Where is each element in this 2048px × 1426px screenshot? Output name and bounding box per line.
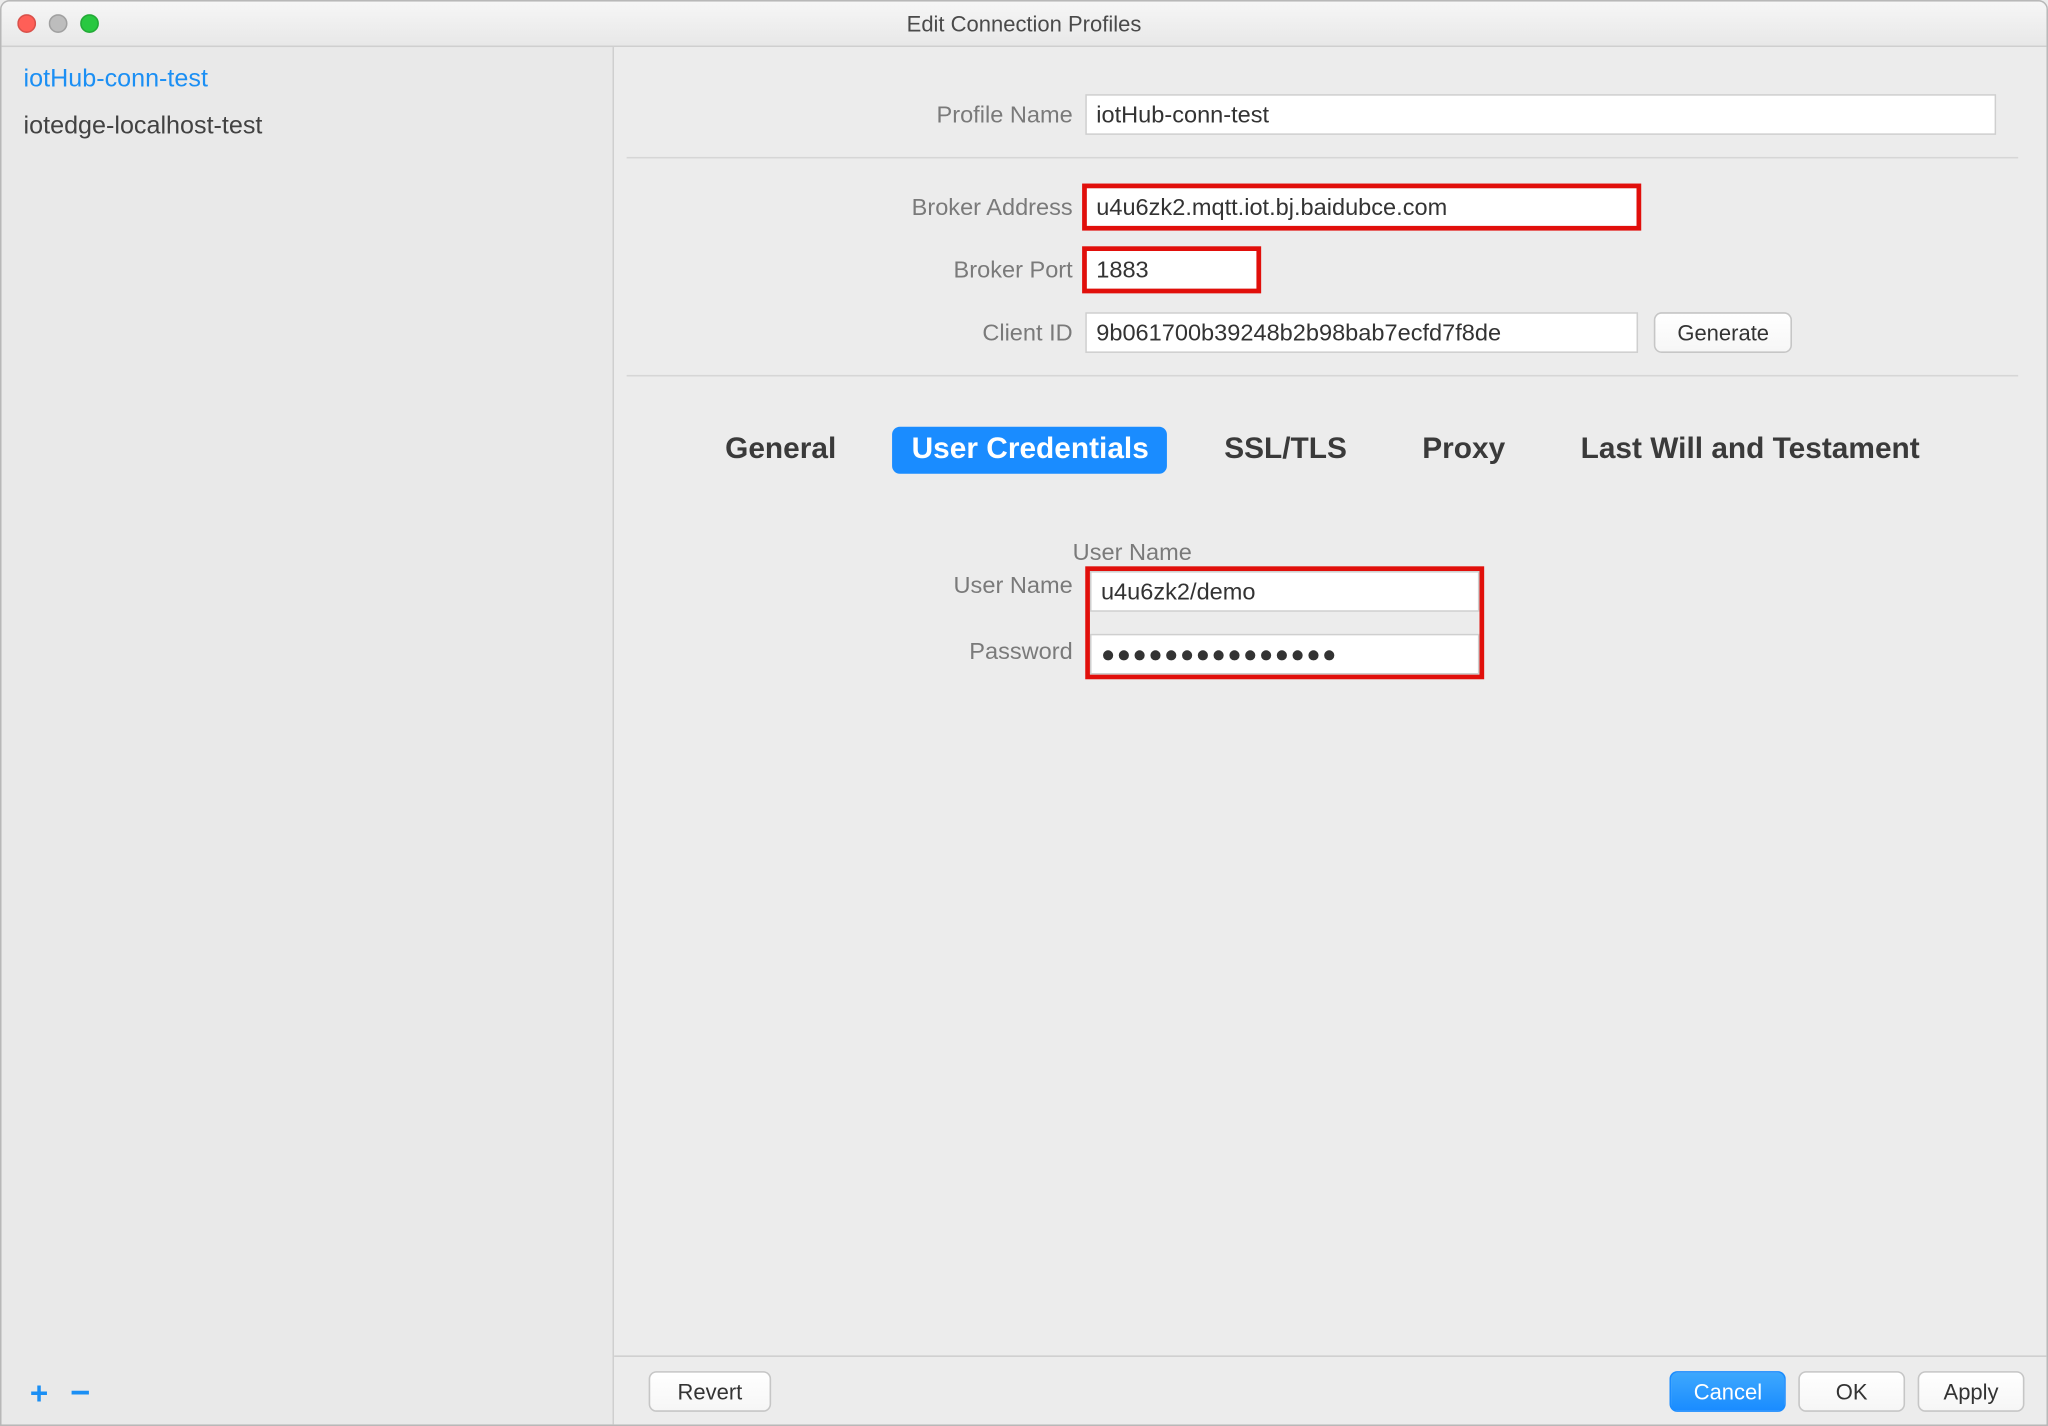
row-client-id: Client ID Generate xyxy=(627,312,2019,353)
broker-address-input[interactable] xyxy=(1085,187,1638,228)
window-title: Edit Connection Profiles xyxy=(2,11,2047,36)
tab-general[interactable]: General xyxy=(706,427,855,474)
divider-2 xyxy=(627,375,2019,377)
form-area: Profile Name Broker Address Broker Port … xyxy=(614,47,2046,679)
profile-name-input[interactable] xyxy=(1085,94,1996,135)
label-profile-name: Profile Name xyxy=(627,101,1086,128)
remove-profile-icon[interactable]: − xyxy=(70,1376,90,1411)
divider-1 xyxy=(627,157,2019,159)
ok-button[interactable]: OK xyxy=(1798,1370,1905,1411)
edit-connection-profiles-window: Edit Connection Profiles iotHub-conn-tes… xyxy=(0,0,2048,1426)
window-controls xyxy=(17,14,99,33)
generate-button[interactable]: Generate xyxy=(1654,312,1793,353)
cancel-button[interactable]: Cancel xyxy=(1670,1370,1786,1411)
sidebar: iotHub-conn-test iotedge-localhost-test … xyxy=(2,47,615,1424)
label-user-name: User Name xyxy=(1073,540,1086,567)
tab-proxy[interactable]: Proxy xyxy=(1403,427,1524,474)
credentials-highlight xyxy=(1085,566,1484,679)
password-input[interactable] xyxy=(1090,634,1479,675)
label-user-name-overlay: User Name xyxy=(627,573,1086,600)
row-broker-port: Broker Port xyxy=(627,249,2019,290)
content-pane: Profile Name Broker Address Broker Port … xyxy=(614,47,2046,1424)
label-password-overlay: Password xyxy=(627,638,1086,665)
revert-button[interactable]: Revert xyxy=(649,1370,772,1411)
window-body: iotHub-conn-test iotedge-localhost-test … xyxy=(2,47,2047,1424)
label-broker-address: Broker Address xyxy=(627,194,1086,221)
broker-port-input[interactable] xyxy=(1085,249,1258,290)
footer: Revert Cancel OK Apply xyxy=(614,1355,2046,1424)
zoom-window-button[interactable] xyxy=(80,14,99,33)
row-profile-name: Profile Name xyxy=(627,94,2019,135)
minimize-window-button[interactable] xyxy=(49,14,68,33)
add-profile-icon[interactable]: + xyxy=(30,1379,48,1410)
profile-item-iothub[interactable]: iotHub-conn-test xyxy=(2,56,613,103)
tab-ssl-tls[interactable]: SSL/TLS xyxy=(1205,427,1365,474)
sidebar-footer: + − xyxy=(2,1365,613,1425)
client-id-input[interactable] xyxy=(1085,312,1638,353)
row-broker-address: Broker Address xyxy=(627,187,2019,228)
label-broker-port: Broker Port xyxy=(627,256,1086,283)
titlebar: Edit Connection Profiles xyxy=(2,2,2047,47)
label-client-id: Client ID xyxy=(627,319,1086,346)
profile-list: iotHub-conn-test iotedge-localhost-test xyxy=(2,47,613,1365)
apply-button[interactable]: Apply xyxy=(1918,1370,2025,1411)
tab-bar: General User Credentials SSL/TLS Proxy L… xyxy=(627,427,2019,474)
tab-user-credentials[interactable]: User Credentials xyxy=(893,427,1168,474)
user-name-input[interactable] xyxy=(1090,571,1479,612)
tab-last-will[interactable]: Last Will and Testament xyxy=(1562,427,1939,474)
profile-item-iotedge[interactable]: iotedge-localhost-test xyxy=(2,104,613,151)
close-window-button[interactable] xyxy=(17,14,36,33)
